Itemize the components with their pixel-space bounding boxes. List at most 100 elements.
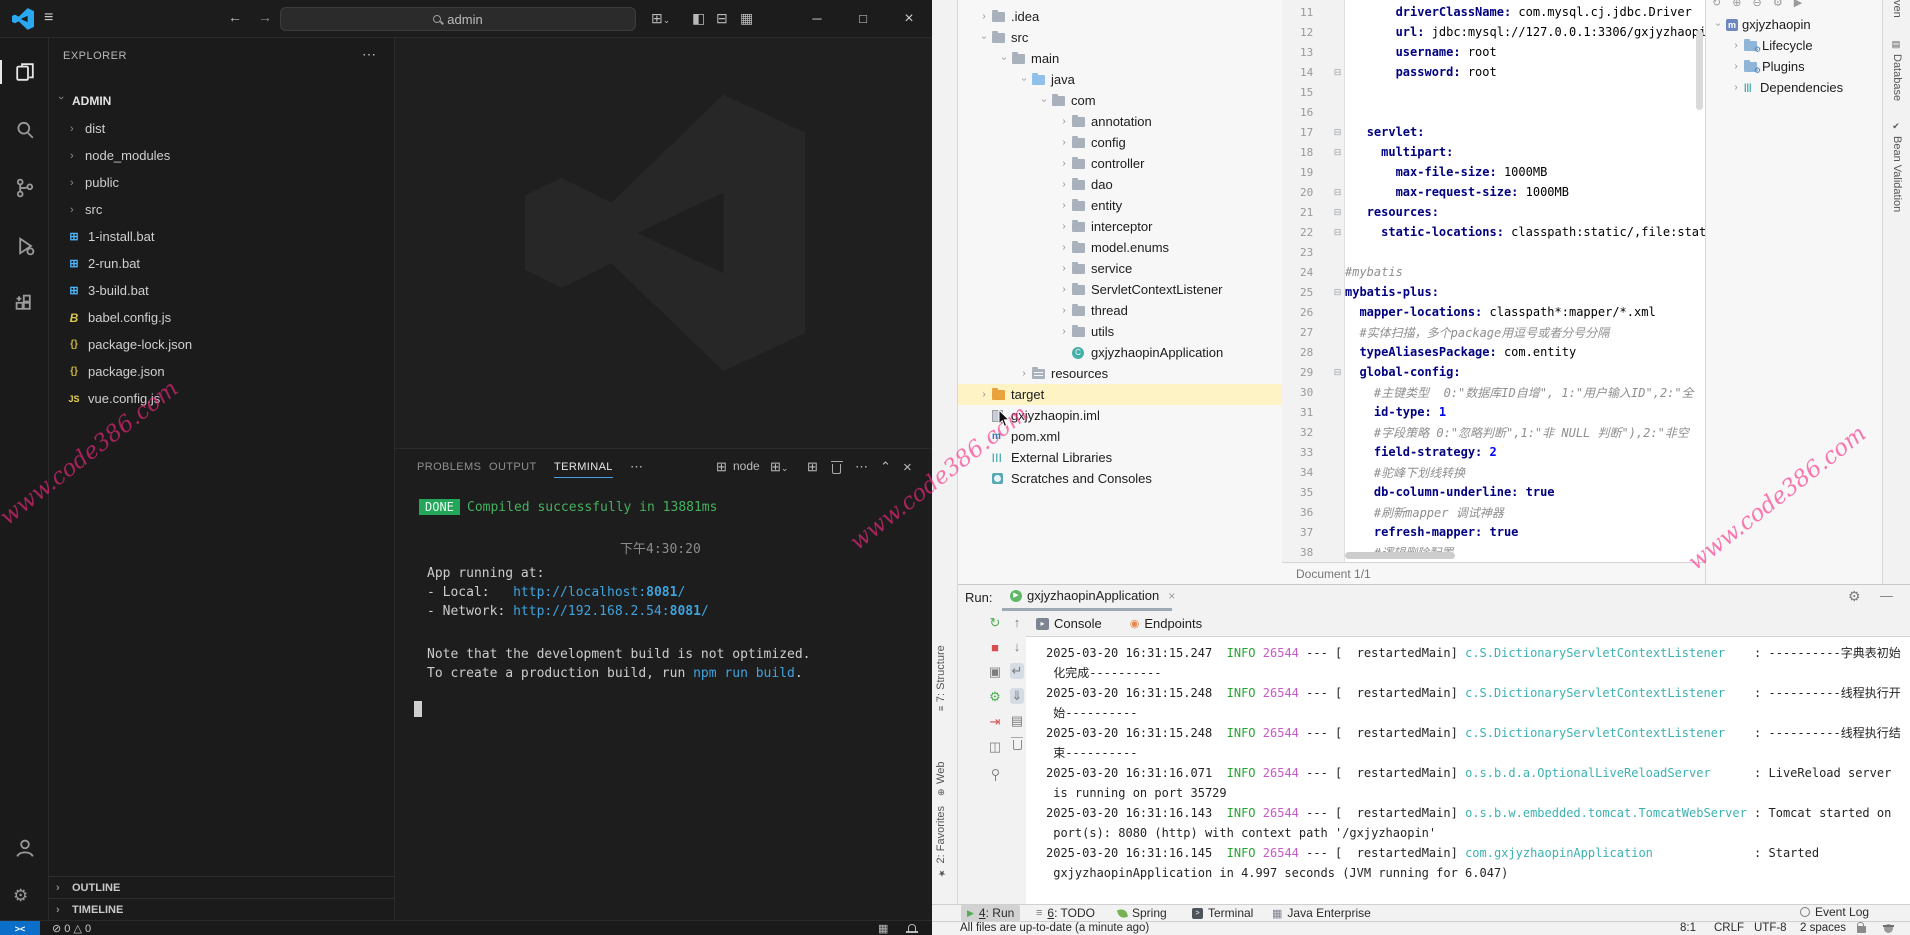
tree-item-dao[interactable]: ›dao <box>958 174 1282 195</box>
explorer-folder-public[interactable]: ›public <box>49 169 394 196</box>
maven-item-Dependencies[interactable]: ›|||Dependencies <box>1706 77 1883 98</box>
editor-line-36[interactable]: 36 #刷新mapper 调试神器 <box>1290 502 1705 522</box>
toggle-panel-icon[interactable]: ⊟ <box>716 10 728 27</box>
exit-icon[interactable]: ⇥ <box>990 714 1001 730</box>
tool-tab-structure[interactable]: ≡7: Structure <box>935 645 947 711</box>
editor-line-33[interactable]: 33 field-strategy: 2 <box>1290 442 1705 462</box>
explorer-root[interactable]: › ADMIN <box>49 88 394 114</box>
tool-tab-web[interactable]: ⊕Web <box>935 762 947 796</box>
yaml-editor[interactable]: 11 driverClassName: com.mysql.cj.jdbc.Dr… <box>1290 0 1705 562</box>
caret-position[interactable]: 8:1 <box>1680 922 1696 934</box>
editor-line-18[interactable]: 18⊟ multipart: <box>1290 142 1705 162</box>
editor-line-27[interactable]: 27 #实体扫描，多个package用逗号或者分号分隔 <box>1290 322 1705 342</box>
tree-item-model.enums[interactable]: ›model.enums <box>958 237 1282 258</box>
editor-line-26[interactable]: 26 mapper-locations: classpath*:mapper/*… <box>1290 302 1705 322</box>
panel-views-more-icon[interactable]: ⋯ <box>855 459 868 475</box>
tree-item-.idea[interactable]: ›.idea <box>958 6 1282 27</box>
explorer-file-3-build.bat[interactable]: ⊞3-build.bat <box>49 277 394 304</box>
maven-root[interactable]: ›mgxjyzhaopin <box>1706 14 1883 35</box>
tree-item-gxjyzhaopinApplication[interactable]: CgxjyzhaopinApplication <box>958 342 1282 363</box>
menu-icon[interactable]: ≡ <box>44 9 53 27</box>
tab-console[interactable]: ▸Console <box>1036 616 1102 631</box>
editor-line-19[interactable]: 19 max-file-size: 1000MB <box>1290 162 1705 182</box>
tree-item-main[interactable]: ›main <box>958 48 1282 69</box>
remote-indicator[interactable]: >< <box>0 921 40 935</box>
tool-window-tab-6: TODO[interactable]: ≡6: TODO <box>1030 905 1101 921</box>
editor-line-17[interactable]: 17⊟ servlet: <box>1290 122 1705 142</box>
problems-status[interactable]: ⊘ 0 △ 0 <box>52 922 91 935</box>
editor-hscrollbar[interactable] <box>1345 552 1455 559</box>
editor-line-29[interactable]: 29⊟ global-config: <box>1290 362 1705 382</box>
run-configuration-tab[interactable]: ▶ gxjyzhaopinApplication × <box>1010 588 1175 603</box>
editor-line-23[interactable]: 23 <box>1290 242 1705 262</box>
rerun-icon[interactable]: ↻ <box>990 615 1001 631</box>
minimize-button[interactable]: ─ <box>794 0 840 37</box>
editor-line-20[interactable]: 20⊟ max-request-size: 1000MB <box>1290 182 1705 202</box>
editor-line-25[interactable]: 25⊟mybatis-plus: <box>1290 282 1705 302</box>
tool-window-tab-Java Enterprise[interactable]: ▦Java Enterprise <box>1266 905 1377 921</box>
editor-line-16[interactable]: 16 <box>1290 102 1705 122</box>
editor-line-37[interactable]: 37 refresh-mapper: true <box>1290 522 1705 542</box>
editor-line-21[interactable]: 21⊟ resources: <box>1290 202 1705 222</box>
extensions-icon[interactable] <box>13 292 37 316</box>
tree-item-annotation[interactable]: ›annotation <box>958 111 1282 132</box>
tab-problems[interactable]: PROBLEMS <box>417 461 481 473</box>
ports-icon[interactable]: ▦ <box>878 922 888 935</box>
editor-vscrollbar[interactable] <box>1696 30 1703 110</box>
tree-item-src[interactable]: ›src <box>958 27 1282 48</box>
tool-window-tab-Spring[interactable]: Spring <box>1112 905 1173 921</box>
editor-line-32[interactable]: 32 #字段策略 0:"忽略判断",1:"非 NULL 判断"),2:"非空 <box>1290 422 1705 442</box>
source-control-icon[interactable] <box>13 176 37 200</box>
tab-endpoints[interactable]: ◉Endpoints <box>1130 616 1202 631</box>
console-log[interactable]: 2025-03-20 16:31:15.247 INFO 26544 --- [… <box>1026 637 1910 905</box>
explorer-file-2-run.bat[interactable]: ⊞2-run.bat <box>49 250 394 277</box>
editor-line-30[interactable]: 30 #主键类型 0:"数据库ID自增", 1:"用户输入ID",2:"全 <box>1290 382 1705 402</box>
maximize-button[interactable]: □ <box>840 0 886 37</box>
maximize-panel-icon[interactable]: ⌃ <box>880 459 891 475</box>
dump-threads-icon[interactable]: ▣ <box>989 664 1001 680</box>
tree-item-controller[interactable]: ›controller <box>958 153 1282 174</box>
close-tab-icon[interactable]: × <box>1168 589 1175 603</box>
explorer-folder-node_modules[interactable]: ›node_modules <box>49 142 394 169</box>
timeline-section[interactable]: › TIMELINE <box>49 898 394 920</box>
kill-terminal-icon[interactable] <box>832 462 841 477</box>
editor-line-35[interactable]: 35 db-column-underline: true <box>1290 482 1705 502</box>
tree-item-pom.xml[interactable]: mpom.xml <box>958 426 1282 447</box>
tree-item-utils[interactable]: ›utils <box>958 321 1282 342</box>
print-icon[interactable]: ▤ <box>1011 713 1023 729</box>
tab-terminal[interactable]: TERMINAL <box>554 461 613 478</box>
maven-item-Lifecycle[interactable]: ›Lifecycle <box>1706 35 1883 56</box>
tree-item-interceptor[interactable]: ›interceptor <box>958 216 1282 237</box>
new-terminal-icon[interactable]: ⊞⌄ <box>770 459 788 475</box>
editor-line-11[interactable]: 11 driverClassName: com.mysql.cj.jdbc.Dr… <box>1290 2 1705 22</box>
editor-line-15[interactable]: 15 <box>1290 82 1705 102</box>
hide-panel-icon[interactable]: — <box>1880 588 1893 603</box>
explorer-file-package.json[interactable]: {}package.json <box>49 358 394 385</box>
tree-item-resources[interactable]: ›resources <box>958 363 1282 384</box>
tree-item-entity[interactable]: ›entity <box>958 195 1282 216</box>
tool-tab-favorites[interactable]: ★2: Favorites <box>935 806 947 877</box>
coverage-icon[interactable]: ⚙ <box>989 689 1001 705</box>
restore-layout-icon[interactable]: ◫ <box>989 739 1001 755</box>
maven-item-Plugins[interactable]: ›Plugins <box>1706 56 1883 77</box>
explorer-file-vue.config.js[interactable]: JSvue.config.js <box>49 385 394 412</box>
settings-gear-icon[interactable]: ⚙ <box>13 886 37 910</box>
split-editor-icon[interactable]: ⊞⌄ <box>651 10 670 27</box>
tool-tab-database[interactable]: ▤Database <box>1891 40 1903 101</box>
editor-line-13[interactable]: 13 username: root <box>1290 42 1705 62</box>
outline-section[interactable]: › OUTLINE <box>49 876 394 898</box>
explorer-more-icon[interactable]: ⋯ <box>362 46 376 63</box>
up-stacktrace-icon[interactable]: ↑ <box>1014 615 1021 630</box>
pin-icon[interactable] <box>992 764 999 779</box>
tree-item-Scratches and Consoles[interactable]: Scratches and Consoles <box>958 468 1282 489</box>
tool-tab-bean-validation[interactable]: ✔Bean Validation <box>1891 122 1903 212</box>
line-separator[interactable]: CRLF <box>1714 922 1744 934</box>
tree-item-External Libraries[interactable]: |||External Libraries <box>958 447 1282 468</box>
toggle-sidebar-icon[interactable]: ◧ <box>692 10 705 27</box>
editor-line-12[interactable]: 12 url: jdbc:mysql://127.0.0.1:3306/gxjy… <box>1290 22 1705 42</box>
tree-item-ServletContextListener[interactable]: ›ServletContextListener <box>958 279 1282 300</box>
explorer-folder-dist[interactable]: ›dist <box>49 115 394 142</box>
tool-window-tab-Terminal[interactable]: >Terminal <box>1186 905 1259 921</box>
close-panel-icon[interactable]: × <box>903 459 912 476</box>
hector-icon[interactable] <box>1884 922 1893 934</box>
